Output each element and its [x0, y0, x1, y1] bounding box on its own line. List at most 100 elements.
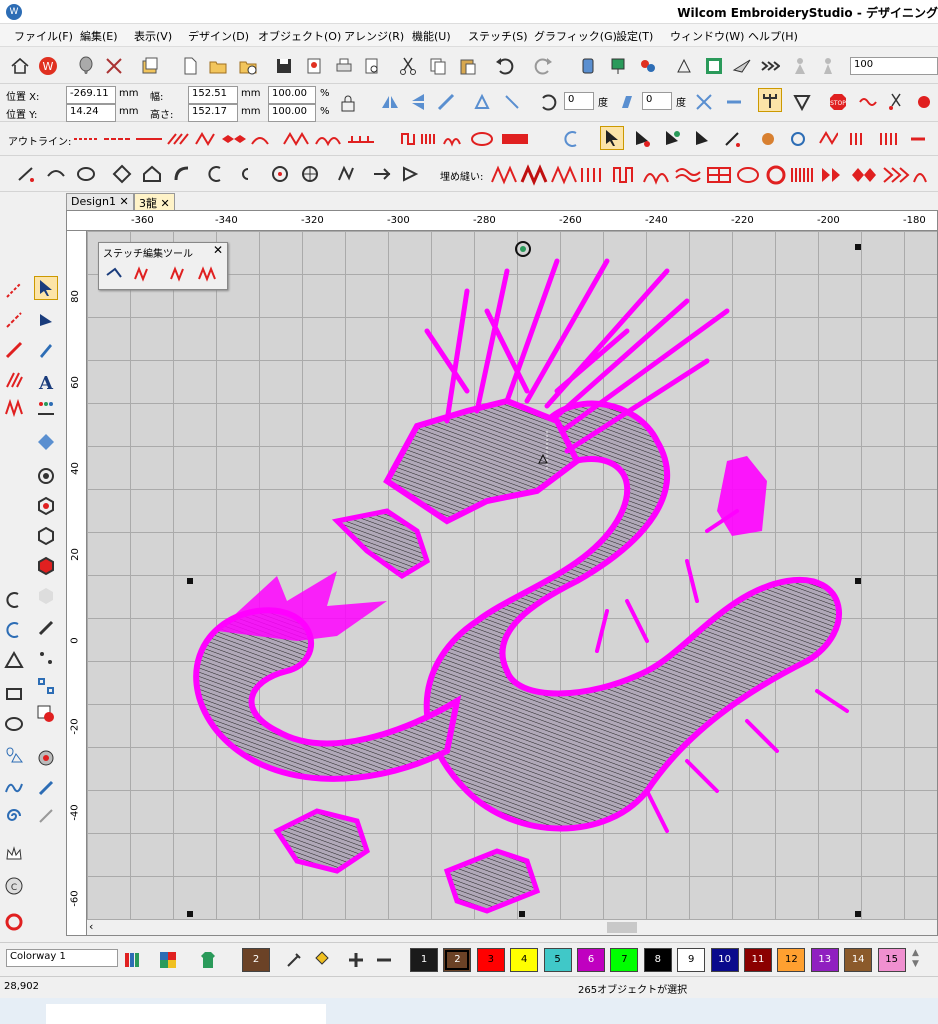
colorway-select[interactable]: Colorway 1: [6, 949, 118, 967]
green-screen-icon[interactable]: [702, 54, 726, 78]
undo-icon[interactable]: [492, 54, 516, 78]
cutwork-icon[interactable]: [204, 162, 228, 186]
stitch-length-1-icon[interactable]: [2, 278, 26, 302]
mirror-horizontal-icon[interactable]: [378, 90, 402, 114]
thread-icon[interactable]: [636, 54, 660, 78]
color-swatch-13[interactable]: 13: [810, 948, 839, 972]
color-swatch-1[interactable]: 1: [410, 948, 438, 972]
digitize-curve-icon[interactable]: [44, 162, 68, 186]
scroll-thumb[interactable]: [607, 922, 637, 933]
break-apart-icon[interactable]: [720, 127, 744, 151]
catalog-icon[interactable]: [138, 54, 162, 78]
knife-tool-icon[interactable]: [34, 616, 58, 640]
select-arrow-icon[interactable]: [600, 126, 624, 150]
zigzag-icon[interactable]: [2, 396, 26, 420]
paste-icon[interactable]: [456, 54, 480, 78]
rotate-input[interactable]: 0: [564, 92, 594, 110]
print-preview-icon[interactable]: [360, 54, 384, 78]
tab-dragon-close-icon[interactable]: ✕: [161, 197, 170, 210]
triangle-icon[interactable]: [2, 648, 26, 672]
tools-icon[interactable]: [102, 54, 126, 78]
manual-stitch-icon[interactable]: [2, 338, 26, 362]
slant-icon[interactable]: [614, 90, 638, 114]
home-icon[interactable]: [8, 54, 32, 78]
width-pct-input[interactable]: 100.00: [268, 86, 316, 104]
rotate-right-icon[interactable]: [500, 90, 524, 114]
zoom-input[interactable]: 100: [850, 57, 938, 75]
menu-graphics[interactable]: グラフィック(G): [534, 28, 617, 44]
add-color-icon[interactable]: [344, 948, 368, 972]
distribute-icon[interactable]: [722, 90, 746, 114]
eyedropper-icon[interactable]: [282, 948, 306, 972]
stitch-select-icon[interactable]: [103, 263, 127, 287]
palette-scroll-icon[interactable]: ▲ ▼: [912, 948, 926, 972]
run-stitch-icon[interactable]: [846, 127, 870, 151]
fill-stitch-types-icon[interactable]: [490, 164, 930, 186]
arc-icon[interactable]: [560, 127, 584, 151]
tab-design1-close-icon[interactable]: ✕: [119, 195, 128, 208]
new-file-icon[interactable]: [178, 54, 202, 78]
stitch-length-3-icon[interactable]: [2, 308, 26, 332]
hexagon-outline-icon[interactable]: [34, 494, 58, 518]
selection-handle[interactable]: [855, 911, 861, 917]
dots-tool-icon[interactable]: [34, 646, 58, 670]
pen-tool-icon[interactable]: [34, 338, 58, 362]
menu-object[interactable]: オブジェクト(O): [258, 28, 341, 44]
color-swatch-8[interactable]: 8: [643, 948, 672, 972]
mirror-diagonal-icon[interactable]: [434, 90, 458, 114]
target-icon[interactable]: [34, 464, 58, 488]
ellipse-icon[interactable]: [74, 162, 98, 186]
menu-view[interactable]: 表示(V): [134, 28, 172, 44]
cut-icon[interactable]: [396, 54, 420, 78]
redo-icon[interactable]: [532, 54, 556, 78]
hexagon-gray-icon[interactable]: [34, 584, 58, 608]
lock-proportion-icon[interactable]: [336, 92, 360, 116]
column-icon[interactable]: [2, 368, 26, 392]
team-names-icon[interactable]: [34, 396, 58, 420]
cc-icon[interactable]: [234, 162, 258, 186]
color-swatch-5[interactable]: 5: [543, 948, 572, 972]
spiral-icon[interactable]: [2, 804, 26, 828]
arc-shape-icon[interactable]: [170, 162, 194, 186]
point-icon[interactable]: [370, 162, 394, 186]
crown-icon[interactable]: [2, 842, 26, 866]
color-swatch-11[interactable]: 11: [744, 948, 772, 972]
freehand-icon[interactable]: [2, 776, 26, 800]
rotate-left-icon[interactable]: [470, 90, 494, 114]
tab-dragon[interactable]: 3龍 ✕: [134, 193, 175, 210]
tab-design1[interactable]: Design1 ✕: [66, 193, 134, 210]
ungroup-icon[interactable]: [786, 127, 810, 151]
dragon-embroidery[interactable]: [87, 231, 938, 919]
slant-input[interactable]: 0: [642, 92, 672, 110]
satin-icon[interactable]: [816, 127, 840, 151]
stitch-insert-icon[interactable]: [167, 263, 191, 287]
shapes-icon[interactable]: [2, 742, 26, 766]
stop-icon[interactable]: STOP: [826, 90, 850, 114]
monogram-icon[interactable]: [34, 430, 58, 454]
copy-icon[interactable]: [426, 54, 450, 78]
height-pct-input[interactable]: 100.00: [268, 104, 316, 122]
selection-handle[interactable]: [187, 578, 193, 584]
figure-icon[interactable]: [788, 54, 812, 78]
selection-handle[interactable]: [855, 244, 861, 250]
color-swatch-10[interactable]: 10: [710, 948, 739, 972]
color-swatch-7[interactable]: 7: [610, 948, 639, 972]
radial-icon[interactable]: [268, 162, 292, 186]
hexagon-c-icon[interactable]: [34, 524, 58, 548]
pos-x-input[interactable]: -269.11: [66, 86, 116, 104]
paint-bucket-icon[interactable]: [310, 948, 334, 972]
pointer-fill-icon[interactable]: [398, 162, 422, 186]
color-swatch-15[interactable]: 15: [877, 948, 906, 972]
stitch-player-icon[interactable]: [672, 54, 696, 78]
horizontal-scrollbar[interactable]: ‹: [87, 919, 937, 935]
rectangle-icon[interactable]: [2, 682, 26, 706]
trim-icon[interactable]: [884, 90, 908, 114]
circle-icon[interactable]: [2, 712, 26, 736]
figure2-icon[interactable]: [816, 54, 840, 78]
width-input[interactable]: 152.51: [188, 86, 238, 104]
reshape-tool-icon[interactable]: [34, 308, 58, 332]
cc-circle-icon[interactable]: C: [2, 874, 26, 898]
fork-icon[interactable]: [758, 88, 782, 112]
menu-window[interactable]: ウィンドウ(W): [670, 28, 744, 44]
color-swatch-12[interactable]: 12: [777, 948, 806, 972]
